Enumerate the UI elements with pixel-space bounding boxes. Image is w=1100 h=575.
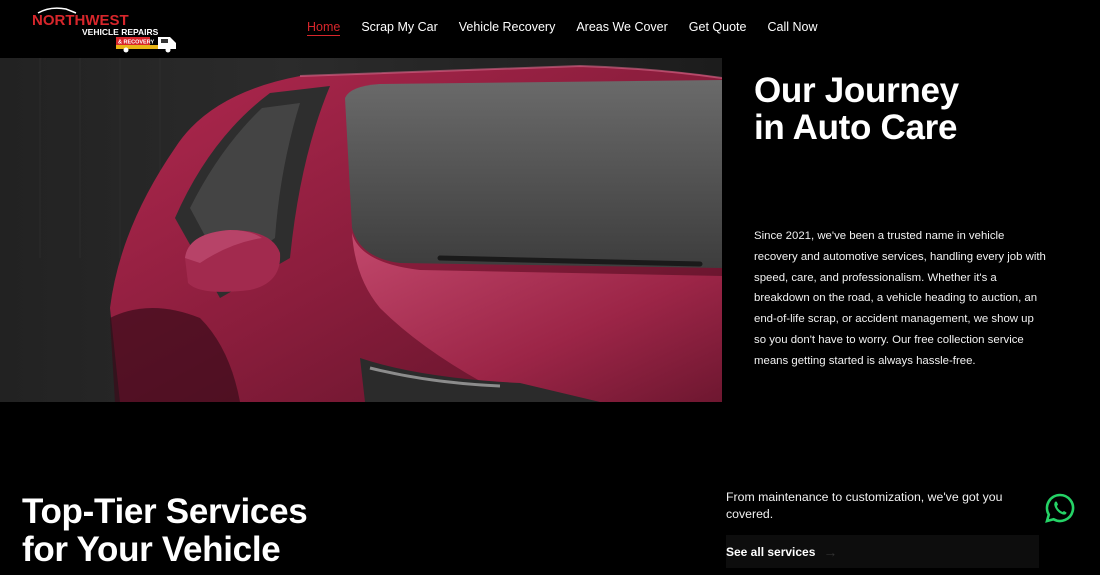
logo-text-recovery: & RECOVERY	[118, 40, 154, 46]
services-title-line1: Top-Tier Services	[22, 492, 308, 531]
hero-description: Since 2021, we've been a trusted name in…	[754, 230, 1046, 367]
hero-title: Our Journey in Auto Care	[754, 72, 959, 146]
see-all-services-label: See all services	[726, 544, 816, 559]
services-title: Top-Tier Services for Your Vehicle	[22, 492, 308, 569]
services-subtitle: From maintenance to customization, we've…	[726, 490, 1003, 521]
whatsapp-icon[interactable]	[1045, 493, 1075, 523]
nav-scrap-my-car[interactable]: Scrap My Car	[361, 19, 437, 36]
nav-vehicle-recovery[interactable]: Vehicle Recovery	[459, 19, 556, 36]
nav-call-now[interactable]: Call Now	[767, 19, 817, 36]
services-title-line2: for Your Vehicle	[22, 530, 281, 569]
hero-title-line2: in Auto Care	[754, 108, 958, 147]
nav-areas-we-cover[interactable]: Areas We Cover	[576, 19, 667, 36]
brand-logo[interactable]: NORTHWEST VEHICLE REPAIRS & RECOVERY	[30, 5, 182, 53]
see-all-services-button[interactable]: See all services →	[726, 535, 1039, 568]
main-nav: Home Scrap My Car Vehicle Recovery Areas…	[307, 19, 818, 36]
nav-home[interactable]: Home	[307, 19, 341, 36]
nav-get-quote[interactable]: Get Quote	[689, 19, 747, 36]
arrow-right-icon: →	[823, 543, 838, 560]
hero-title-line1: Our Journey	[754, 71, 959, 110]
logo-text-repairs: VEHICLE REPAIRS	[82, 27, 159, 37]
site-header: NORTHWEST VEHICLE REPAIRS & RECOVERY Hom…	[0, 0, 1100, 58]
hero-car-image	[0, 58, 722, 402]
